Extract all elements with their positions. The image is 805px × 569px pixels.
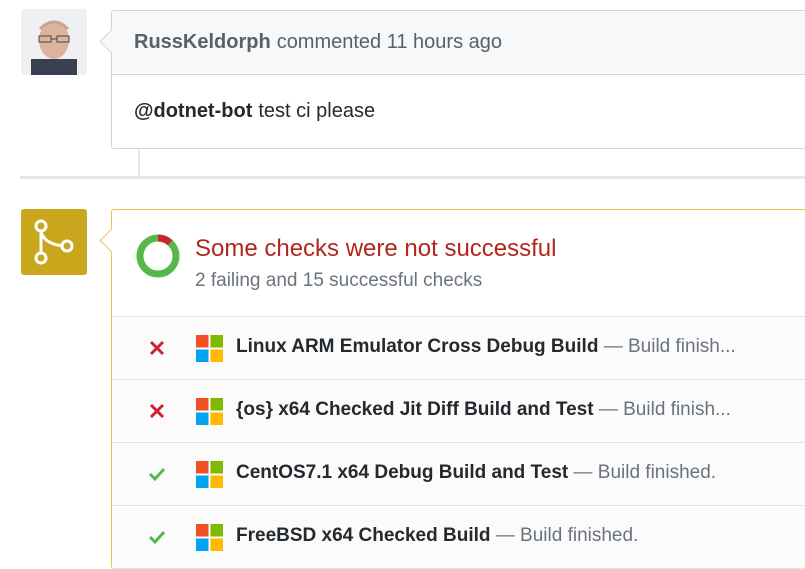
check-description: — Build finished. bbox=[568, 462, 717, 483]
merge-status-box: Some checks were not successful 2 failin… bbox=[99, 209, 805, 569]
comment-meta[interactable]: commented 11 hours ago bbox=[277, 31, 502, 54]
check-name[interactable]: {os} x64 Checked Jit Diff Build and Test bbox=[236, 399, 594, 420]
check-description: — Build finish... bbox=[593, 399, 731, 420]
x-icon bbox=[149, 340, 165, 356]
microsoft-logo bbox=[196, 398, 223, 425]
checkmark-icon bbox=[148, 530, 166, 545]
check-name[interactable]: Linux ARM Emulator Cross Debug Build bbox=[236, 336, 598, 357]
timeline-separator bbox=[20, 176, 805, 179]
comment-text: test ci please bbox=[258, 100, 376, 122]
check-description: — Build finish... bbox=[598, 336, 736, 357]
microsoft-logo bbox=[196, 461, 223, 488]
comment-body: @dotnet-bot test ci please bbox=[112, 75, 805, 123]
check-text: Linux ARM Emulator Cross Debug Build — B… bbox=[236, 336, 736, 358]
timeline-connector bbox=[138, 150, 140, 176]
check-row[interactable]: FreeBSD x64 Checked Build — Build finish… bbox=[112, 506, 805, 569]
check-text: CentOS7.1 x64 Debug Build and Test — Bui… bbox=[236, 462, 716, 484]
check-description: — Build finished. bbox=[490, 525, 639, 546]
microsoft-logo bbox=[196, 335, 223, 362]
check-name[interactable]: FreeBSD x64 Checked Build bbox=[236, 525, 490, 546]
checks-donut-icon bbox=[136, 234, 180, 278]
check-row[interactable]: {os} x64 Checked Jit Diff Build and Test… bbox=[112, 380, 805, 443]
status-header: Some checks were not successful 2 failin… bbox=[112, 210, 805, 317]
status-subtitle: 2 failing and 15 successful checks bbox=[195, 270, 483, 291]
check-text: FreeBSD x64 Checked Build — Build finish… bbox=[236, 525, 638, 547]
check-row[interactable]: CentOS7.1 x64 Debug Build and Test — Bui… bbox=[112, 443, 805, 506]
checks-list: Linux ARM Emulator Cross Debug Build — B… bbox=[112, 317, 805, 569]
comment-box: RussKeldorph commented 11 hours ago @dot… bbox=[99, 10, 805, 149]
git-branch-icon bbox=[21, 209, 87, 275]
check-name[interactable]: CentOS7.1 x64 Debug Build and Test bbox=[236, 462, 568, 483]
microsoft-logo bbox=[196, 524, 223, 551]
comment-author-link[interactable]: RussKeldorph bbox=[134, 31, 271, 54]
x-icon bbox=[149, 403, 165, 419]
checkmark-icon bbox=[148, 467, 166, 482]
status-title: Some checks were not successful bbox=[195, 235, 557, 262]
check-text: {os} x64 Checked Jit Diff Build and Test… bbox=[236, 399, 731, 421]
avatar[interactable] bbox=[21, 9, 87, 75]
user-mention-link[interactable]: @dotnet-bot bbox=[134, 100, 252, 122]
comment-header: RussKeldorph commented 11 hours ago bbox=[112, 11, 805, 75]
check-row[interactable]: Linux ARM Emulator Cross Debug Build — B… bbox=[112, 317, 805, 380]
